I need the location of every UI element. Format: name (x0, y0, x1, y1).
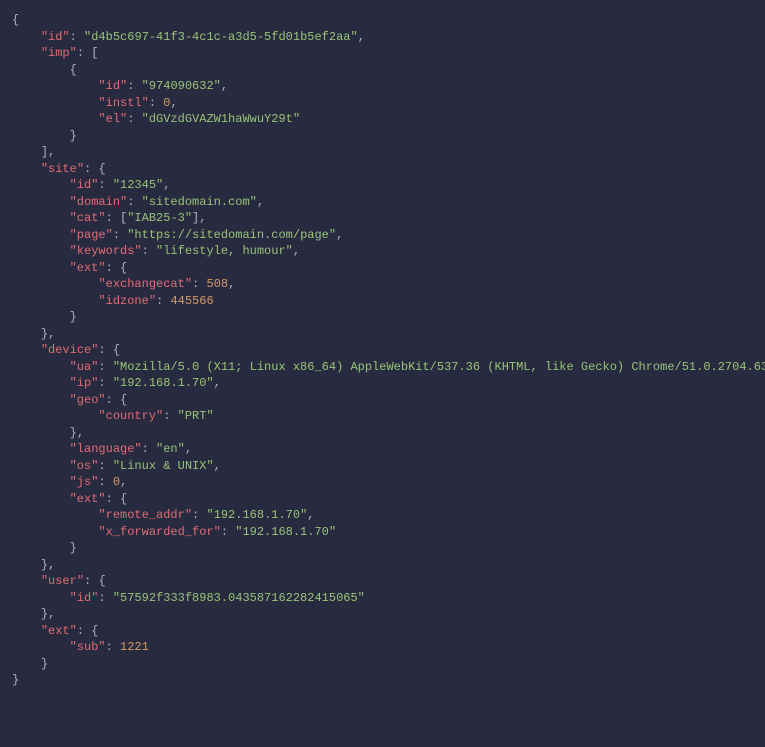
json-key: "ua" (70, 360, 99, 374)
json-string: "sitedomain.com" (142, 195, 257, 209)
json-key: "remote_addr" (98, 508, 192, 522)
json-string: "Mozilla/5.0 (X11; Linux x86_64) AppleWe… (113, 360, 765, 374)
json-key: "ext" (70, 261, 106, 275)
json-key: "ext" (70, 492, 106, 506)
json-key: "id" (70, 178, 99, 192)
json-key: "cat" (70, 211, 106, 225)
json-number: 508 (206, 277, 228, 291)
json-key: "keywords" (70, 244, 142, 258)
json-key: "page" (70, 228, 113, 242)
json-number: 0 (113, 475, 120, 489)
json-string: "57592f333f8983.043587162282415065" (113, 591, 365, 605)
json-string: "PRT" (178, 409, 214, 423)
json-key: "geo" (70, 393, 106, 407)
json-string: "dGVzdGVAZW1haWwuY29t" (142, 112, 300, 126)
json-key: "site" (41, 162, 84, 176)
json-string: "12345" (113, 178, 163, 192)
json-key: "ext" (41, 624, 77, 638)
json-code-block: { "id": "d4b5c697-41f3-4c1c-a3d5-5fd01b5… (12, 12, 753, 689)
json-key: "exchangecat" (98, 277, 192, 291)
json-key: "device" (41, 343, 99, 357)
json-key: "os" (70, 459, 99, 473)
json-key: "id" (70, 591, 99, 605)
json-key: "x_forwarded_for" (98, 525, 220, 539)
json-string: "974090632" (142, 79, 221, 93)
json-string: "en" (156, 442, 185, 456)
json-string: "IAB25-3" (127, 211, 192, 225)
json-string: "192.168.1.70" (113, 376, 214, 390)
json-key: "sub" (70, 640, 106, 654)
json-key: "ip" (70, 376, 99, 390)
json-key: "domain" (70, 195, 128, 209)
brace-close: } (12, 673, 19, 687)
json-key: "language" (70, 442, 142, 456)
json-key: "country" (98, 409, 163, 423)
json-key: "instl" (98, 96, 148, 110)
json-key: "user" (41, 574, 84, 588)
json-number: 1221 (120, 640, 149, 654)
json-string: "192.168.1.70" (235, 525, 336, 539)
json-number: 445566 (170, 294, 213, 308)
json-string: "192.168.1.70" (206, 508, 307, 522)
json-key: "idzone" (98, 294, 156, 308)
json-string: "https://sitedomain.com/page" (127, 228, 336, 242)
json-key: "el" (98, 112, 127, 126)
json-string: "lifestyle, humour" (156, 244, 293, 258)
json-key: "imp" (41, 46, 77, 60)
brace-open: { (12, 13, 19, 27)
json-key: "js" (70, 475, 99, 489)
json-string: "Linux & UNIX" (113, 459, 214, 473)
json-string: "d4b5c697-41f3-4c1c-a3d5-5fd01b5ef2aa" (84, 30, 358, 44)
json-key: "id" (41, 30, 70, 44)
json-key: "id" (98, 79, 127, 93)
